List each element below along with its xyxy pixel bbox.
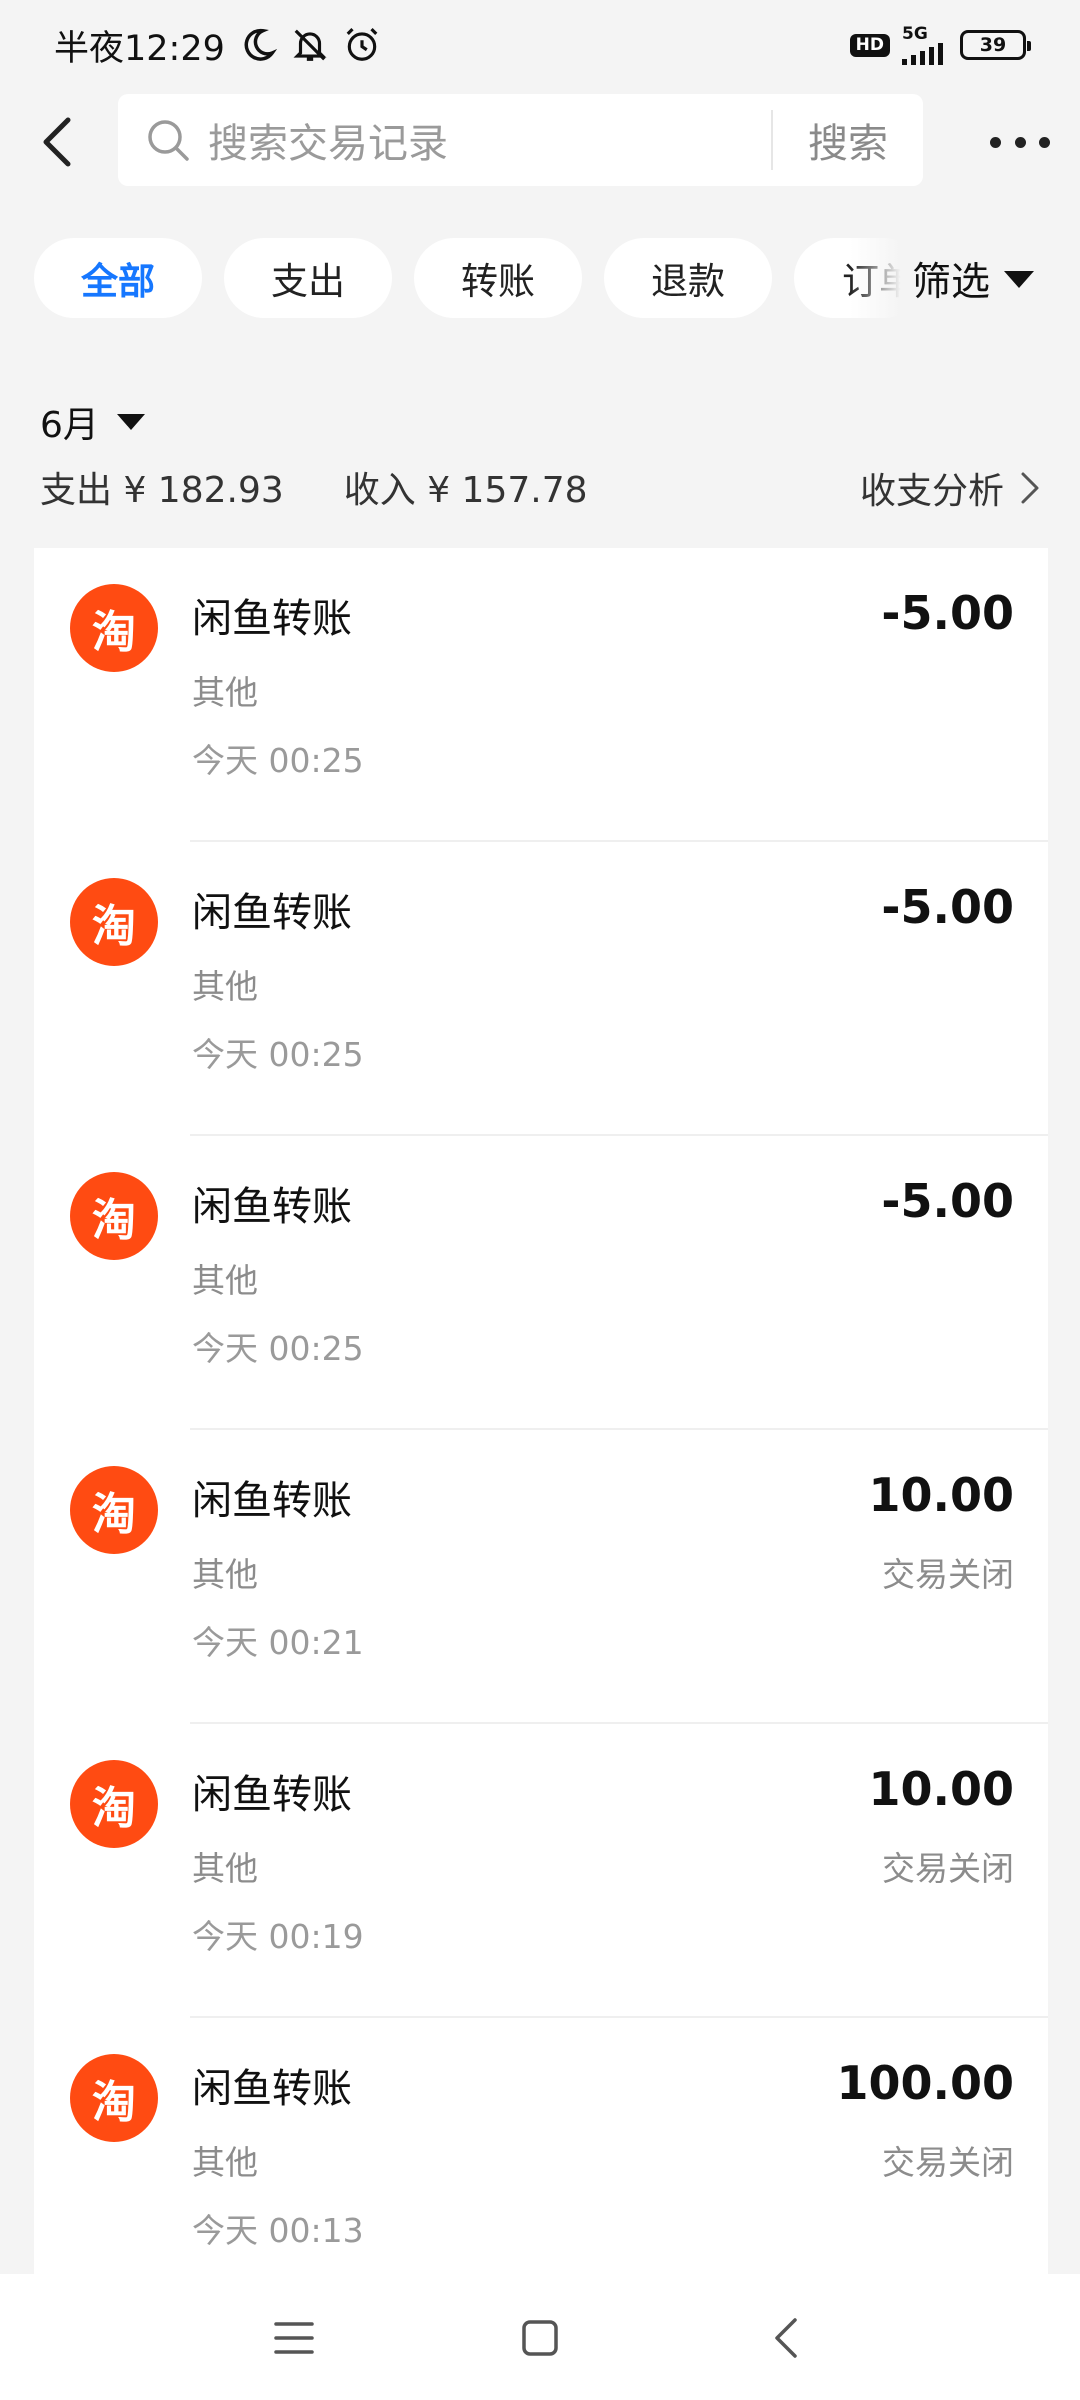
- more-icon[interactable]: [990, 122, 1050, 162]
- menu-icon[interactable]: [266, 2310, 322, 2366]
- transaction-amount: -5.00: [881, 880, 1014, 934]
- taobao-logo: 淘: [70, 1172, 158, 1260]
- nav-back-icon[interactable]: [758, 2310, 814, 2366]
- transaction-amount: 10.00: [868, 1468, 1014, 1522]
- transaction-title: 闲鱼转账: [192, 1478, 352, 1524]
- system-nav-bar: [0, 2274, 1080, 2400]
- chip-transfer[interactable]: 转账: [414, 238, 582, 318]
- transaction-title: 闲鱼转账: [192, 1772, 352, 1818]
- more-dot: [990, 136, 1001, 148]
- transaction-category: 其他: [192, 1849, 258, 1888]
- search-input[interactable]: 搜索交易记录: [208, 111, 771, 169]
- analysis-label: 收支分析: [859, 471, 1004, 512]
- filter-button[interactable]: 筛选: [912, 236, 1035, 322]
- transaction-category: 其他: [192, 1261, 258, 1300]
- transaction-time: 今天 00:25: [192, 741, 364, 780]
- bell-off-icon: [293, 29, 327, 61]
- transaction-title: 闲鱼转账: [192, 2066, 352, 2112]
- search-button[interactable]: 搜索: [773, 111, 923, 169]
- caret-down-icon: [116, 414, 145, 430]
- chip-refund[interactable]: 退款: [604, 238, 772, 318]
- filter-chips: 全部 支出 转账 退款 订单 筛选: [0, 236, 1080, 322]
- more-dot: [1014, 136, 1026, 148]
- taobao-logo: 淘: [70, 1760, 158, 1848]
- month-label: 6月: [40, 405, 99, 446]
- expense-total: 支出 ¥ 182.93: [40, 470, 284, 511]
- month-selector[interactable]: 6月: [40, 396, 145, 448]
- transaction-amount: 10.00: [868, 1762, 1014, 1816]
- transaction-time: 今天 00:25: [192, 1329, 364, 1368]
- transaction-title: 闲鱼转账: [192, 890, 352, 936]
- transaction-title: 闲鱼转账: [192, 596, 352, 642]
- signal-icon: [902, 42, 943, 65]
- transaction-amount: -5.00: [881, 586, 1014, 640]
- taobao-logo: 淘: [70, 878, 158, 966]
- alarm-icon: [346, 28, 378, 61]
- transaction-row[interactable]: 淘 闲鱼转账 其他 今天 00:25 -5.00: [34, 548, 1048, 842]
- analysis-link[interactable]: 收支分析: [860, 462, 1040, 514]
- menu-icon-glyph: [274, 2322, 314, 2354]
- transaction-status: 交易关闭: [882, 1849, 1014, 1888]
- chevron-right-icon: [1021, 472, 1039, 504]
- transaction-category: 其他: [192, 673, 258, 712]
- status-left: 半夜12:29: [54, 20, 381, 71]
- transaction-time: 今天 00:21: [192, 1623, 364, 1662]
- nav-back-icon-glyph: [775, 2318, 797, 2358]
- transaction-category: 其他: [192, 2143, 258, 2182]
- search-icon: [148, 120, 189, 161]
- month-summary: 支出 ¥ 182.93 收入 ¥ 157.78 收支分析: [40, 462, 1040, 512]
- transaction-title: 闲鱼转账: [192, 1184, 352, 1230]
- network-label: 5G: [902, 23, 928, 44]
- hd-badge: HD: [849, 33, 890, 57]
- moon-icon: [244, 28, 277, 61]
- status-right: HD 5G 39: [849, 23, 1031, 65]
- status-bar: 半夜12:29 HD 5G 39: [0, 0, 1080, 90]
- income-total: 收入 ¥ 157.78: [343, 470, 588, 511]
- transaction-row[interactable]: 淘 闲鱼转账 其他 今天 00:21 10.00 交易关闭: [34, 1430, 1048, 1724]
- transaction-time: 今天 00:19: [192, 1917, 364, 1956]
- transaction-status: 交易关闭: [882, 1555, 1014, 1594]
- search-box[interactable]: 搜索交易记录 搜索: [118, 94, 923, 186]
- header: 搜索交易记录 搜索: [0, 92, 1080, 188]
- transaction-row[interactable]: 淘 闲鱼转账 其他 今天 00:25 -5.00: [34, 842, 1048, 1136]
- transaction-time: 今天 00:13: [192, 2211, 364, 2250]
- network-indicator: 5G: [902, 23, 948, 65]
- caret-down-icon: [1004, 270, 1035, 288]
- battery-level: 39: [979, 34, 1007, 56]
- battery-icon: 39: [960, 30, 1031, 60]
- transaction-status: 交易关闭: [882, 2143, 1014, 2182]
- transaction-amount: -5.00: [881, 1174, 1014, 1228]
- transaction-category: 其他: [192, 1555, 258, 1594]
- chip-all[interactable]: 全部: [34, 238, 202, 318]
- taobao-logo: 淘: [70, 584, 158, 672]
- transaction-list: 淘 闲鱼转账 其他 今天 00:25 -5.00 淘 闲鱼转账 其他 今天 00…: [34, 548, 1048, 2274]
- transaction-row[interactable]: 淘 闲鱼转账 其他 今天 00:25 -5.00: [34, 1136, 1048, 1430]
- back-button[interactable]: [28, 112, 88, 172]
- transaction-row[interactable]: 淘 闲鱼转账 其他 今天 00:19 10.00 交易关闭: [34, 1724, 1048, 2018]
- transaction-row[interactable]: 淘 闲鱼转账 其他 今天 00:13 100.00 交易关闭: [34, 2018, 1048, 2274]
- transaction-amount: 100.00: [836, 2056, 1014, 2110]
- back-icon: [43, 117, 71, 167]
- transaction-time: 今天 00:25: [192, 1035, 364, 1074]
- home-icon-glyph: [522, 2320, 558, 2356]
- taobao-logo: 淘: [70, 2054, 158, 2142]
- status-time: 半夜12:29: [54, 28, 225, 69]
- chip-expense[interactable]: 支出: [224, 238, 392, 318]
- transaction-category: 其他: [192, 967, 258, 1006]
- home-icon[interactable]: [512, 2310, 568, 2366]
- filter-label: 筛选: [912, 260, 991, 305]
- taobao-logo: 淘: [70, 1466, 158, 1554]
- more-dot: [1039, 136, 1050, 148]
